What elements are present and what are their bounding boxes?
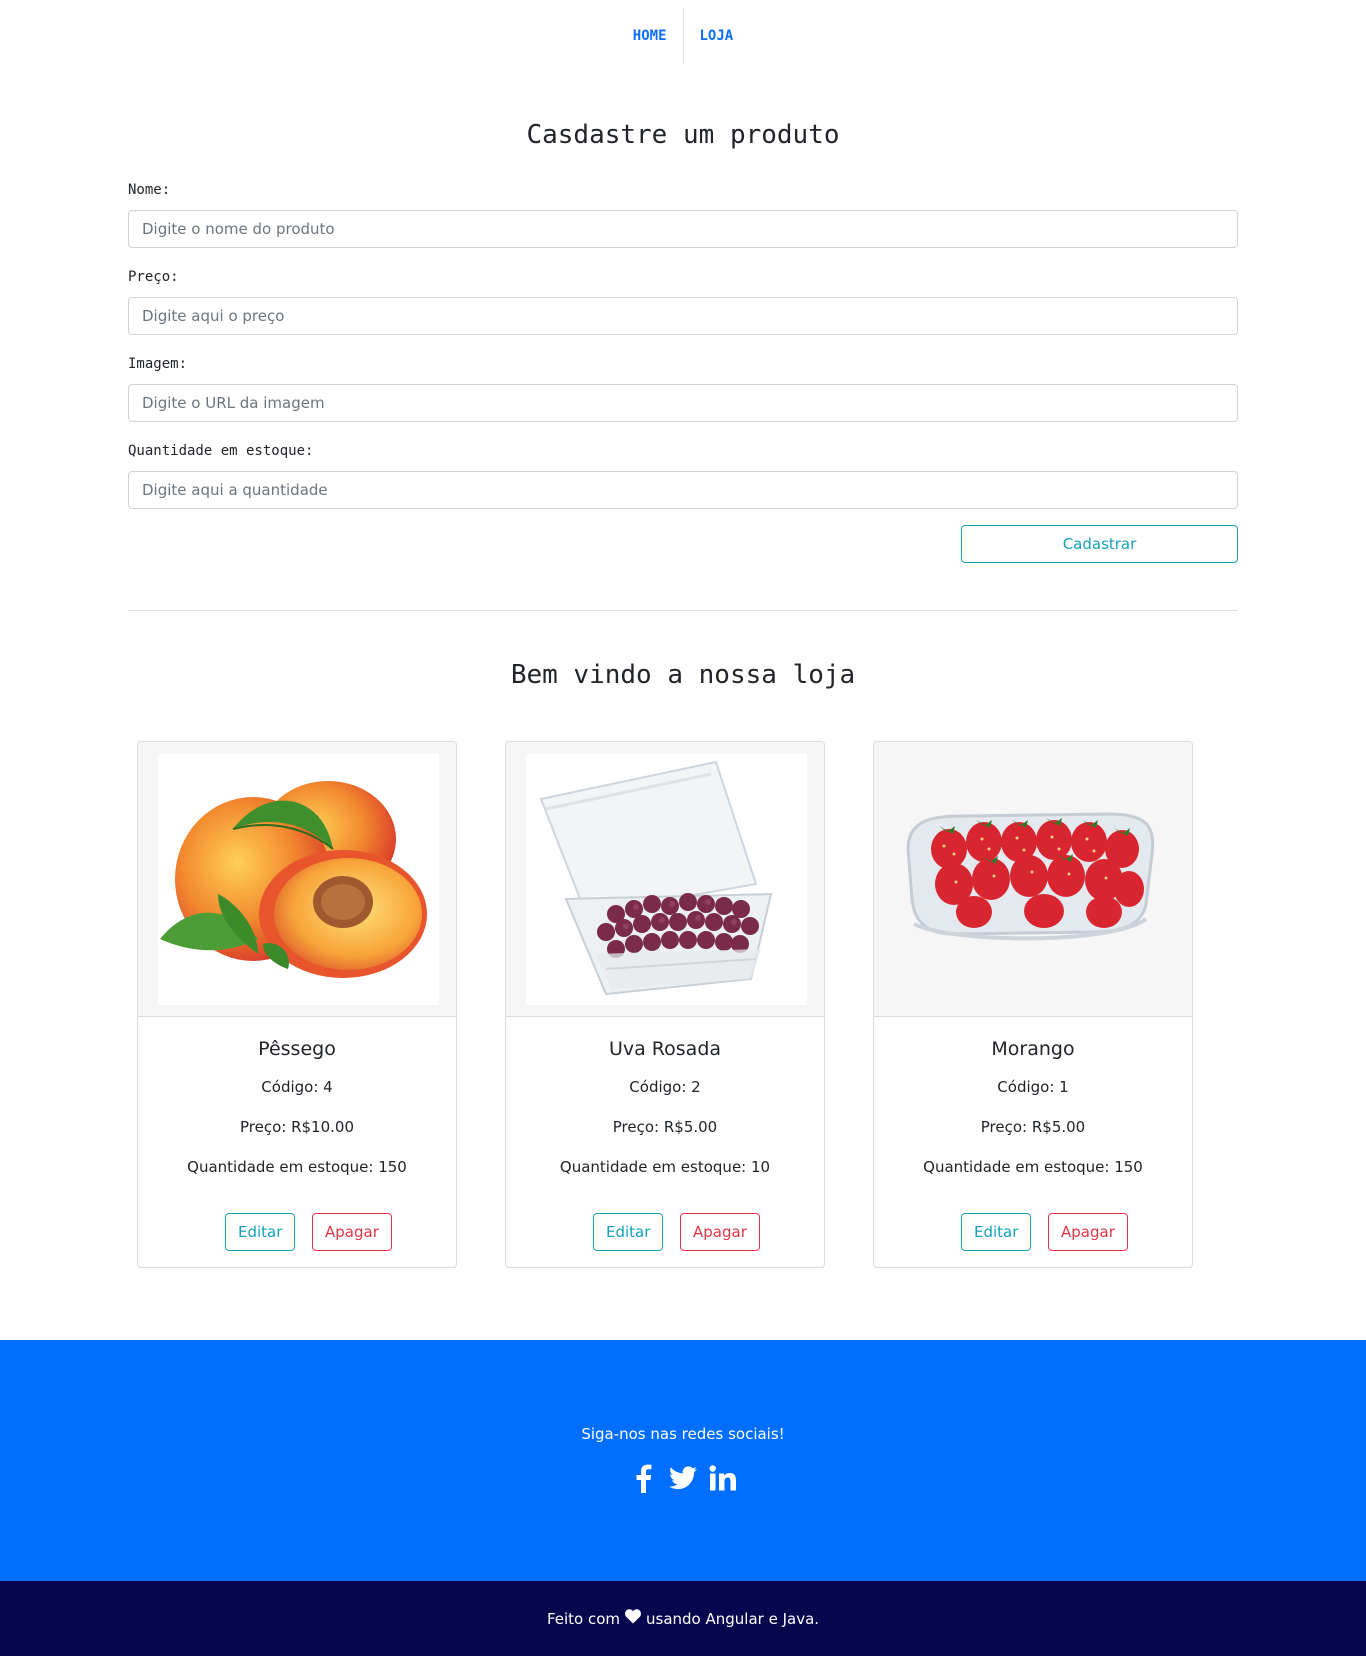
product-image-frame [874,742,1192,1017]
edit-button[interactable]: Editar [961,1213,1032,1251]
product-price: Preço: R$5.00 [980,1118,1086,1136]
credits-suffix: usando Angular e Java. [646,1609,820,1628]
nav-home-link[interactable]: HOME [617,8,683,64]
delete-button[interactable]: Apagar [680,1213,760,1251]
delete-button[interactable]: Apagar [312,1213,392,1251]
edit-button[interactable]: Editar [225,1213,296,1251]
product-price: Preço: R$5.00 [612,1118,718,1136]
delete-button[interactable]: Apagar [1048,1213,1128,1251]
price-label: Preço: [128,269,179,285]
store-title: Bem vindo a nossa loja [510,660,856,690]
product-stock: Quantidade em estoque: 10 [559,1158,771,1176]
product-name: Morango [991,1038,1075,1060]
credits-line: Feito com usando Angular e Java. [0,1581,1366,1656]
product-name: Uva Rosada [608,1038,722,1060]
product-name: Pêssego [258,1038,336,1060]
twitter-icon[interactable] [668,1460,698,1496]
product-image-frame [138,742,456,1017]
product-code: Código: 1 [997,1078,1069,1096]
product-card: Pêssego Código: 4 Preço: R$10.00 Quantid… [137,741,457,1268]
social-footer: Siga-nos nas redes sociais! [0,1340,1366,1581]
grapes-image [526,754,807,1005]
quantity-input[interactable] [128,471,1238,509]
product-code: Código: 2 [629,1078,701,1096]
top-nav: HOME LOJA [0,8,1366,64]
credits-footer: Feito com usando Angular e Java. [0,1581,1366,1656]
product-card: Morango Código: 1 Preço: R$5.00 Quantida… [873,741,1193,1268]
social-text: Siga-nos nas redes sociais! [581,1425,785,1443]
heart-icon [625,1609,641,1628]
facebook-icon[interactable] [628,1460,658,1496]
name-input[interactable] [128,210,1238,248]
social-links [0,1460,1366,1496]
form-title: Casdastre um produto [526,120,840,150]
credits-prefix: Feito com [546,1609,621,1628]
register-button[interactable]: Cadastrar [961,525,1238,563]
edit-button[interactable]: Editar [593,1213,664,1251]
image-url-input[interactable] [128,384,1238,422]
product-card: Uva Rosada Código: 2 Preço: R$5.00 Quant… [505,741,825,1268]
peach-image [158,754,439,1005]
price-input[interactable] [128,297,1238,335]
product-price: Preço: R$10.00 [239,1118,354,1136]
nav-store-link[interactable]: LOJA [684,8,750,64]
quantity-label: Quantidade em estoque: [128,443,314,459]
name-label: Nome: [128,182,171,198]
product-image-frame [506,742,824,1017]
product-stock: Quantidade em estoque: 150 [923,1158,1143,1176]
section-divider [128,610,1238,611]
product-code: Código: 4 [261,1078,333,1096]
image-label: Imagem: [128,356,188,372]
product-stock: Quantidade em estoque: 150 [187,1158,407,1176]
strawberries-image [894,754,1175,1005]
linkedin-icon[interactable] [708,1460,738,1496]
